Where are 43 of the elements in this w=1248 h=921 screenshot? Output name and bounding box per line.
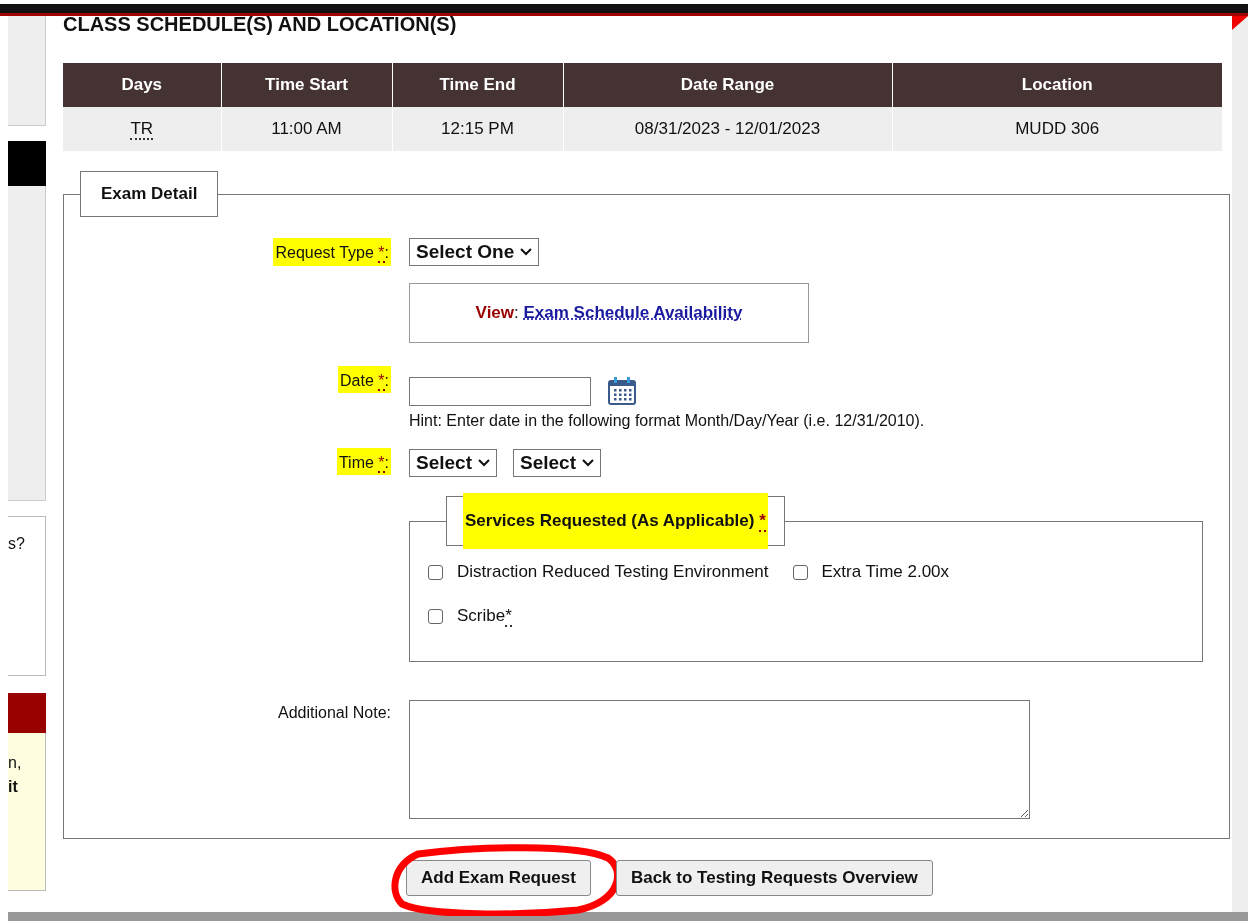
field-label: Time *:: [336, 448, 391, 475]
sidebar-header: [8, 693, 46, 733]
chevron-down-icon: [478, 459, 490, 467]
checkbox[interactable]: [428, 564, 443, 580]
view-text: View:: [475, 303, 519, 323]
column-header: Time Start: [221, 63, 392, 107]
table-cell: 11:00 AM: [221, 107, 392, 151]
column-header: Days: [63, 63, 221, 107]
note-field[interactable]: [409, 700, 1030, 819]
column-header: Location: [892, 63, 1222, 107]
calendar-icon[interactable]: [607, 376, 637, 406]
panel-legend: Services Requested (As Applicable) *: [446, 496, 785, 546]
field-label: Date *:: [338, 366, 391, 393]
panel-legend: Exam Detail: [80, 171, 219, 217]
date-field[interactable]: [409, 376, 591, 406]
column-header: Time End: [392, 63, 563, 107]
field-label: Additional Note:: [278, 704, 391, 722]
service-option[interactable]: Scribe*: [428, 606, 512, 626]
chevron-down-icon: [520, 248, 533, 256]
sidebar-text: n,: [8, 753, 22, 773]
table-cell: 12:15 PM: [392, 107, 563, 151]
back-button[interactable]: Back to Testing Requests Overview: [615, 860, 933, 896]
date-hint: Hint: Enter date in the following format Month/Day/Year (i.e. 12/31/2010).: [409, 412, 926, 430]
request-type-dropdown[interactable]: Select One: [409, 238, 540, 266]
checkbox[interactable]: [428, 608, 443, 624]
corner-icon: [1232, 16, 1248, 30]
section-title: CLASS SCHEDULE(S) AND LOCATION(S): [63, 13, 457, 35]
checkbox[interactable]: [792, 564, 808, 580]
service-option[interactable]: Distraction Reduced Testing Environment: [428, 562, 769, 582]
sidebar-text: it: [8, 777, 18, 797]
table-cell: MUDD 306: [892, 107, 1222, 151]
field-label: Request Type *:: [273, 238, 391, 266]
table-cell: TR: [63, 107, 221, 151]
table-cell: 08/31/2023 - 12/01/2023: [563, 107, 892, 151]
chevron-down-icon: [581, 459, 594, 467]
time-dropdown[interactable]: Select: [513, 449, 601, 477]
sidebar-text: s?: [8, 535, 25, 552]
sidebar-header: [8, 141, 46, 186]
availability-link[interactable]: Exam Schedule Availability: [523, 303, 743, 323]
service-option[interactable]: Extra Time 2.00x: [792, 562, 950, 582]
time-dropdown[interactable]: Select: [409, 449, 497, 477]
add-request-button[interactable]: Add Exam Request: [406, 860, 591, 896]
column-header: Date Range: [563, 63, 892, 107]
